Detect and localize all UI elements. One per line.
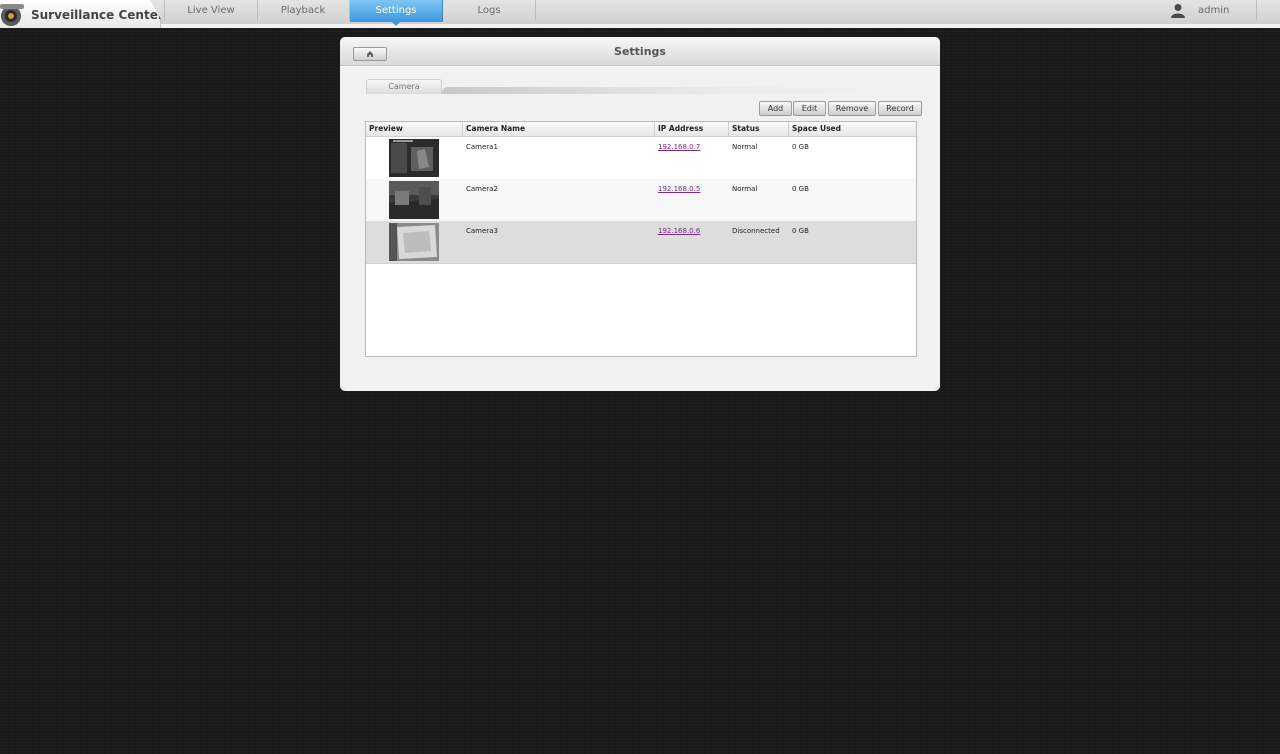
camera-name: Camera1 (466, 143, 498, 151)
record-button[interactable]: Record (878, 101, 922, 116)
ip-address-link[interactable]: 192.168.0.7 (658, 143, 700, 151)
space-used: 0 GB (792, 185, 809, 193)
tab-camera[interactable]: Camera (366, 79, 442, 94)
ip-address-link[interactable]: 192.168.0.6 (658, 227, 700, 235)
subtab-divider (442, 87, 916, 94)
column-space-used[interactable]: Space Used (789, 122, 916, 136)
column-ip-address[interactable]: IP Address (655, 122, 729, 136)
camera-logo-icon (0, 4, 24, 26)
tab-settings[interactable]: Settings (350, 0, 443, 26)
ip-address-link[interactable]: 192.168.0.5 (658, 185, 700, 193)
camera-preview-thumbnail[interactable] (389, 223, 439, 261)
tab-live-view[interactable]: Live View (164, 0, 258, 21)
space-used: 0 GB (792, 227, 809, 235)
camera-name: Camera2 (466, 185, 498, 193)
app-title: Surveillance Center (31, 8, 164, 22)
table-row[interactable]: Camera2 192.168.0.5 Normal 0 GB (366, 179, 916, 222)
table-row[interactable]: Camera3 192.168.0.6 Disconnected 0 GB (366, 221, 916, 264)
tab-playback[interactable]: Playback (257, 0, 350, 21)
user-icon (1171, 4, 1185, 18)
camera-preview-thumbnail[interactable] (389, 139, 439, 177)
edit-button[interactable]: Edit (793, 101, 826, 116)
space-used: 0 GB (792, 143, 809, 151)
column-preview[interactable]: Preview (366, 122, 463, 136)
add-button[interactable]: Add (759, 101, 792, 116)
column-status[interactable]: Status (729, 122, 789, 136)
tab-logs[interactable]: Logs (443, 0, 536, 21)
camera-status: Normal (732, 143, 758, 151)
user-menu[interactable]: admin (1158, 0, 1257, 21)
username: admin (1198, 5, 1230, 16)
panel-title: Settings (614, 45, 666, 58)
camera-table: Preview Camera Name IP Address Status Sp… (365, 121, 917, 357)
table-row[interactable]: Camera1 192.168.0.7 Normal 0 GB (366, 137, 916, 180)
top-nav-bar: Surveillance Center Live View Playback S… (0, 0, 1280, 28)
settings-panel: Settings Camera Add Edit Remove Record P… (340, 37, 940, 391)
camera-preview-thumbnail[interactable] (389, 181, 439, 219)
camera-name: Camera3 (466, 227, 498, 235)
camera-status: Disconnected (732, 227, 780, 235)
remove-button[interactable]: Remove (828, 101, 876, 116)
brand-area: Surveillance Center (0, 0, 164, 28)
camera-status: Normal (732, 185, 758, 193)
column-camera-name[interactable]: Camera Name (463, 122, 655, 136)
table-header: Preview Camera Name IP Address Status Sp… (366, 122, 916, 137)
panel-header: Settings (340, 37, 940, 66)
